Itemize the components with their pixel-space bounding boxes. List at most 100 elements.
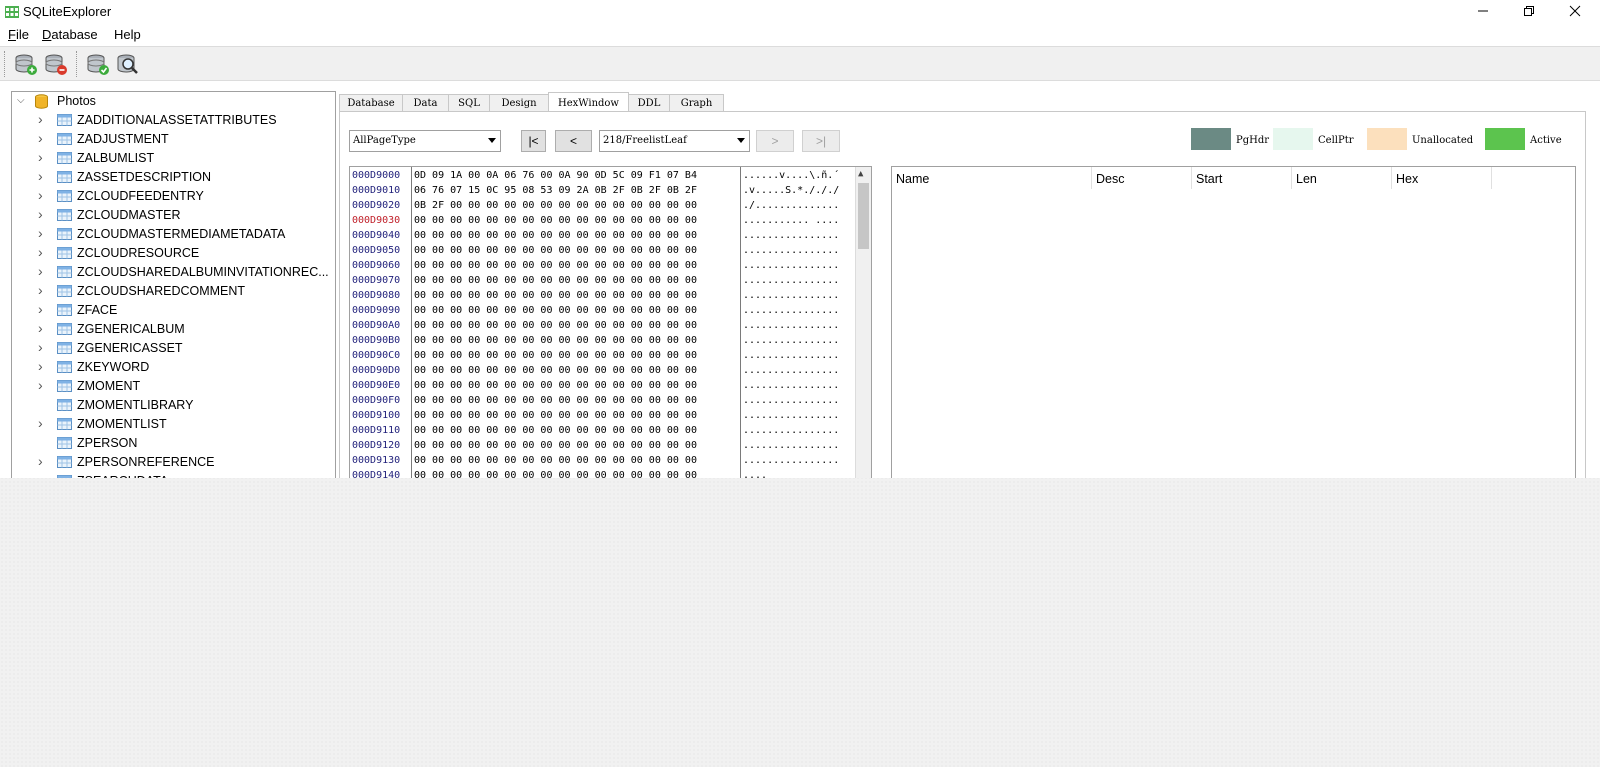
chevron-right-icon[interactable]: ›	[38, 263, 43, 279]
chevron-right-icon[interactable]: ›	[38, 358, 43, 374]
hex-row-ascii[interactable]: ................	[743, 378, 839, 393]
chevron-right-icon[interactable]: ›	[38, 282, 43, 298]
tree-item-table[interactable]: › ZGENERICALBUM	[12, 320, 335, 339]
hex-scrollbar-thumb[interactable]	[858, 183, 869, 249]
chevron-right-icon[interactable]: ›	[38, 149, 43, 165]
chevron-right-icon[interactable]: ›	[38, 187, 43, 203]
tab-design[interactable]: Design	[489, 94, 549, 112]
page-structure-table[interactable]: Name Desc Start Len Hex	[891, 166, 1576, 478]
hex-row-bytes[interactable]: 00 00 00 00 00 00 00 00 00 00 00 00 00 0…	[414, 468, 697, 478]
hex-row-ascii[interactable]: ......v....\.ñ.´	[743, 168, 839, 183]
hex-row-bytes[interactable]: 00 00 00 00 00 00 00 00 00 00 00 00 00 0…	[414, 273, 697, 288]
hex-row-bytes[interactable]: 00 00 00 00 00 00 00 00 00 00 00 00 00 0…	[414, 303, 697, 318]
hex-row-ascii[interactable]: ................	[743, 363, 839, 378]
chevron-right-icon[interactable]: ›	[38, 225, 43, 241]
chevron-right-icon[interactable]: ›	[38, 168, 43, 184]
hex-row-ascii[interactable]: ................	[743, 273, 839, 288]
tab-graph[interactable]: Graph	[669, 94, 724, 112]
page-select[interactable]: 218/FreelistLeaf	[599, 130, 750, 152]
tree-item-table[interactable]: › ZGENERICASSET	[12, 339, 335, 358]
prev-page-button[interactable]: <	[555, 130, 592, 152]
tree-item-table[interactable]: ZPERSON	[12, 434, 335, 453]
tree-item-table[interactable]: › ZALBUMLIST	[12, 149, 335, 168]
menu-database[interactable]: Database	[42, 27, 98, 42]
hex-row-bytes[interactable]: 0B 2F 00 00 00 00 00 00 00 00 00 00 00 0…	[414, 198, 697, 213]
hex-row-bytes[interactable]: 00 00 00 00 00 00 00 00 00 00 00 00 00 0…	[414, 453, 697, 468]
tree-item-table[interactable]: › ZASSETDESCRIPTION	[12, 168, 335, 187]
tab-database[interactable]: Database	[339, 94, 403, 112]
tree-item-table[interactable]: › ZCLOUDFEEDENTRY	[12, 187, 335, 206]
hex-row-ascii[interactable]: ....	[743, 468, 767, 478]
hex-view[interactable]: 000D9000 000D9010 000D9020 000D9030 000D9040…	[349, 166, 872, 478]
tree-item-table[interactable]: ZMOMENTLIBRARY	[12, 396, 335, 415]
hex-row-ascii[interactable]: ................	[743, 243, 839, 258]
tree-item-table[interactable]: › ZSEARCHDATA	[12, 472, 335, 478]
hex-row-bytes[interactable]: 00 00 00 00 00 00 00 00 00 00 00 00 00 0…	[414, 408, 697, 423]
refresh-database-button[interactable]	[86, 52, 110, 76]
tree-item-table[interactable]: › ZMOMENTLIST	[12, 415, 335, 434]
hex-row-bytes[interactable]: 00 00 00 00 00 00 00 00 00 00 00 00 00 0…	[414, 258, 697, 273]
chevron-right-icon[interactable]: ›	[38, 301, 43, 317]
minimize-button[interactable]	[1460, 0, 1506, 22]
chevron-right-icon[interactable]: ›	[38, 320, 43, 336]
close-window-button[interactable]	[1552, 0, 1598, 22]
close-database-button[interactable]	[44, 52, 68, 76]
chevron-right-icon[interactable]: ›	[38, 130, 43, 146]
column-header-start[interactable]: Start	[1192, 167, 1292, 189]
chevron-right-icon[interactable]: ›	[38, 472, 43, 478]
menu-file[interactable]: File	[8, 27, 29, 42]
tab-hexwindow[interactable]: HexWindow	[548, 92, 629, 113]
hex-row-ascii[interactable]: ................	[743, 258, 839, 273]
column-header-desc[interactable]: Desc	[1092, 167, 1192, 189]
tree-item-table[interactable]: › ZADJUSTMENT	[12, 130, 335, 149]
next-page-button[interactable]: >	[756, 130, 794, 152]
hex-row-ascii[interactable]: .v.....S.*./././	[743, 183, 839, 198]
hex-row-bytes[interactable]: 00 00 00 00 00 00 00 00 00 00 00 00 00 0…	[414, 243, 697, 258]
hex-row-ascii[interactable]: ................	[743, 288, 839, 303]
tree-item-table[interactable]: › ZCLOUDSHAREDCOMMENT	[12, 282, 335, 301]
tab-ddl[interactable]: DDL	[628, 94, 670, 112]
hex-row-bytes[interactable]: 00 00 00 00 00 00 00 00 00 00 00 00 00 0…	[414, 393, 697, 408]
tree-root[interactable]: ⌵ Photos	[12, 92, 335, 111]
hex-row-ascii[interactable]: ./..............	[743, 198, 839, 213]
hex-row-ascii[interactable]: ................	[743, 393, 839, 408]
hex-row-ascii[interactable]: ................	[743, 333, 839, 348]
hex-row-bytes[interactable]: 06 76 07 15 0C 95 08 53 09 2A 0B 2F 0B 2…	[414, 183, 697, 198]
hex-row-bytes[interactable]: 00 00 00 00 00 00 00 00 00 00 00 00 00 0…	[414, 333, 697, 348]
chevron-right-icon[interactable]: ›	[38, 244, 43, 260]
column-header-len[interactable]: Len	[1292, 167, 1392, 189]
open-database-button[interactable]	[14, 52, 38, 76]
chevron-right-icon[interactable]: ›	[38, 339, 43, 355]
menu-help[interactable]: Help	[114, 27, 141, 42]
hex-row-ascii[interactable]: ................	[743, 348, 839, 363]
hex-row-bytes[interactable]: 00 00 00 00 00 00 00 00 00 00 00 00 00 0…	[414, 363, 697, 378]
hex-row-ascii[interactable]: ................	[743, 408, 839, 423]
hex-row-ascii[interactable]: ................	[743, 303, 839, 318]
hex-row-bytes[interactable]: 00 00 00 00 00 00 00 00 00 00 00 00 00 0…	[414, 423, 697, 438]
tree-item-table[interactable]: › ZCLOUDRESOURCE	[12, 244, 335, 263]
page-type-select[interactable]: AllPageType	[349, 130, 501, 152]
tree-item-table[interactable]: › ZKEYWORD	[12, 358, 335, 377]
schema-tree[interactable]: ⌵ Photos › ZADDITIONALASSETATTRIBUTES › ZAD…	[11, 91, 336, 478]
tree-item-table[interactable]: › ZFACE	[12, 301, 335, 320]
hex-row-ascii[interactable]: ................	[743, 318, 839, 333]
chevron-right-icon[interactable]: ›	[38, 206, 43, 222]
chevron-right-icon[interactable]: ›	[38, 453, 43, 469]
hex-row-ascii[interactable]: ................	[743, 453, 839, 468]
tab-data[interactable]: Data	[402, 94, 449, 112]
search-database-button[interactable]	[116, 52, 140, 76]
hex-row-bytes[interactable]: 00 00 00 00 00 00 00 00 00 00 00 00 00 0…	[414, 348, 697, 363]
chevron-right-icon[interactable]: ›	[38, 415, 43, 431]
tree-item-table[interactable]: › ZCLOUDSHAREDALBUMINVITATIONREC...	[12, 263, 335, 282]
hex-row-bytes[interactable]: 00 00 00 00 00 00 00 00 00 00 00 00 00 0…	[414, 318, 697, 333]
last-page-button[interactable]: >|	[802, 130, 840, 152]
hex-row-ascii[interactable]: ................	[743, 423, 839, 438]
column-header-name[interactable]: Name	[892, 167, 1092, 189]
hex-scrollbar[interactable]: ▲	[855, 167, 871, 478]
scroll-up-icon[interactable]: ▲	[858, 169, 863, 179]
tree-item-table[interactable]: › ZADDITIONALASSETATTRIBUTES	[12, 111, 335, 130]
hex-row-bytes[interactable]: 00 00 00 00 00 00 00 00 00 00 00 00 00 0…	[414, 213, 697, 228]
hex-row-ascii[interactable]: ........... ....	[743, 213, 839, 228]
hex-row-bytes[interactable]: 00 00 00 00 00 00 00 00 00 00 00 00 00 0…	[414, 378, 697, 393]
first-page-button[interactable]: |<	[521, 130, 546, 152]
